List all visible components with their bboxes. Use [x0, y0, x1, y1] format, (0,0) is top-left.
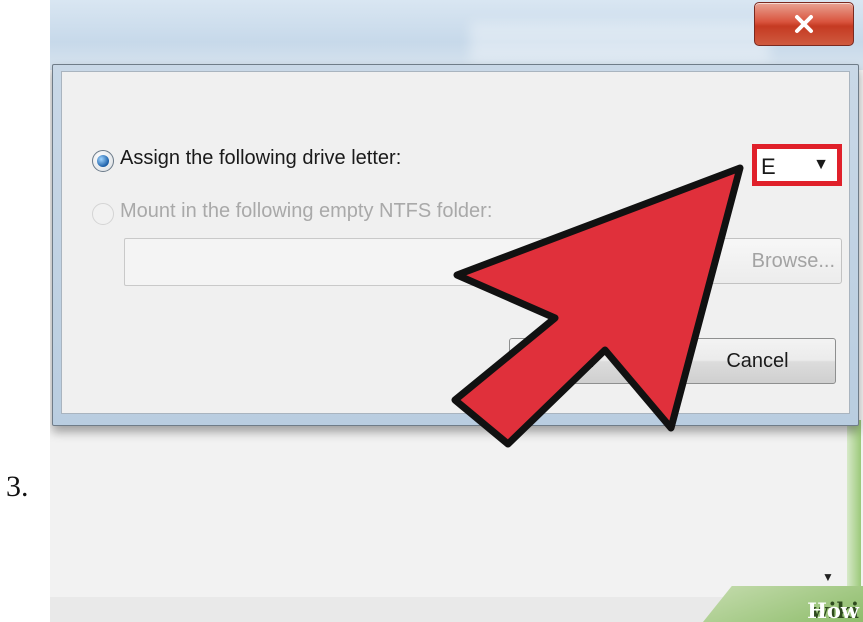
mount-folder-radio[interactable]	[92, 203, 114, 225]
assign-letter-label: Assign the following drive letter:	[120, 147, 402, 169]
mount-folder-label: Mount in the following empty NTFS folder…	[120, 200, 493, 222]
dialog-screenshot: ▼ Assign the following drive letter: E ▼…	[50, 0, 863, 622]
pointer-arrow-shape	[451, 164, 744, 448]
assign-letter-radio[interactable]	[92, 150, 114, 172]
scroll-down-icon[interactable]: ▼	[822, 570, 836, 584]
chevron-down-icon: ▼	[813, 156, 829, 173]
pointer-arrow-icon	[451, 164, 744, 448]
close-icon	[795, 15, 813, 33]
background-window	[50, 0, 863, 70]
watermark-suffix: How	[807, 598, 859, 622]
close-button[interactable]	[754, 2, 854, 46]
step-number: 3.	[6, 470, 29, 503]
